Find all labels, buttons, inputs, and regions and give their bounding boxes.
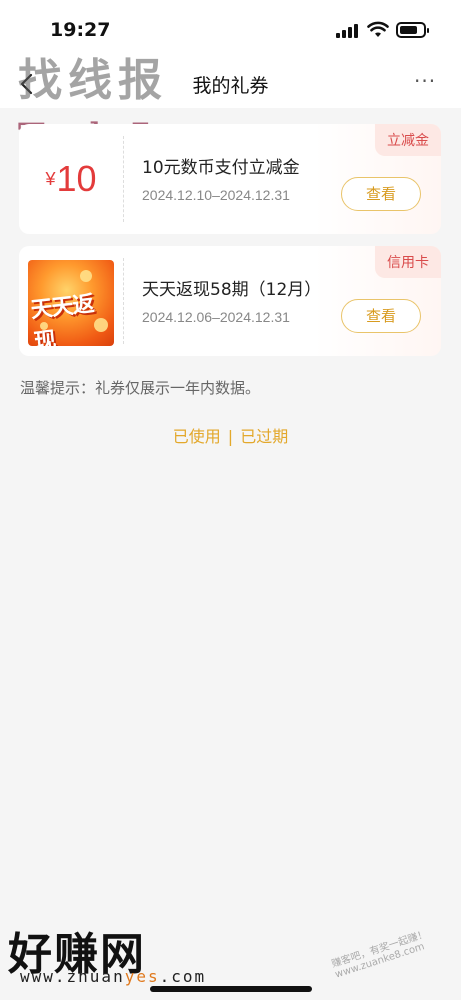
view-button[interactable]: 查看 bbox=[341, 177, 421, 211]
dashed-divider bbox=[123, 136, 124, 222]
battery-icon bbox=[396, 22, 429, 38]
dashed-divider bbox=[123, 258, 124, 344]
url-accent: yes bbox=[124, 967, 160, 986]
status-time: 19:27 bbox=[50, 19, 111, 41]
watermark-stamp: 赚客吧，有奖一起赚！www.zuanke8.com bbox=[330, 928, 429, 981]
watermark-top: 找线报 bbox=[18, 55, 168, 106]
signal-icon bbox=[336, 24, 358, 38]
coupon-date: 2024.12.06–2024.12.31 bbox=[142, 309, 290, 325]
coupon-title: 10元数币支付立减金 bbox=[142, 158, 300, 178]
home-indicator[interactable] bbox=[150, 986, 312, 992]
coupon-value: ¥10 bbox=[19, 124, 123, 234]
coupon-date: 2024.12.10–2024.12.31 bbox=[142, 187, 290, 203]
url-suffix: .com bbox=[159, 967, 207, 986]
link-separator: | bbox=[227, 427, 234, 446]
url-prefix: www.zhuan bbox=[20, 967, 125, 986]
amount-value: 10 bbox=[56, 158, 97, 199]
expired-link[interactable]: 已过期 bbox=[240, 427, 288, 446]
coupon-card[interactable]: ¥10 10元数币支付立减金 2024.12.10–2024.12.31 查看 … bbox=[19, 124, 441, 234]
coupon-image: 天天返现 bbox=[28, 260, 114, 346]
view-button[interactable]: 查看 bbox=[341, 299, 421, 333]
coupon-card[interactable]: 天天返现 天天返现58期（12月） 2024.12.06–2024.12.31 … bbox=[19, 246, 441, 356]
history-links: 已使用 | 已过期 bbox=[0, 423, 461, 447]
wifi-icon bbox=[367, 21, 389, 37]
coupon-image-text: 天天返现 bbox=[29, 291, 95, 346]
used-link[interactable]: 已使用 bbox=[173, 427, 221, 446]
tip-text: 温馨提示：礼券仅展示一年内数据。 bbox=[20, 379, 261, 397]
more-button[interactable]: ··· bbox=[414, 71, 444, 94]
coupon-tag: 立减金 bbox=[375, 124, 441, 156]
watermark-bottom-url: www.zhuanyes.com bbox=[20, 967, 206, 986]
coupon-tag: 信用卡 bbox=[375, 246, 441, 278]
coupon-amount: ¥10 bbox=[45, 158, 96, 200]
coupon-title: 天天返现58期（12月） bbox=[142, 280, 322, 300]
currency-symbol: ¥ bbox=[45, 169, 56, 189]
